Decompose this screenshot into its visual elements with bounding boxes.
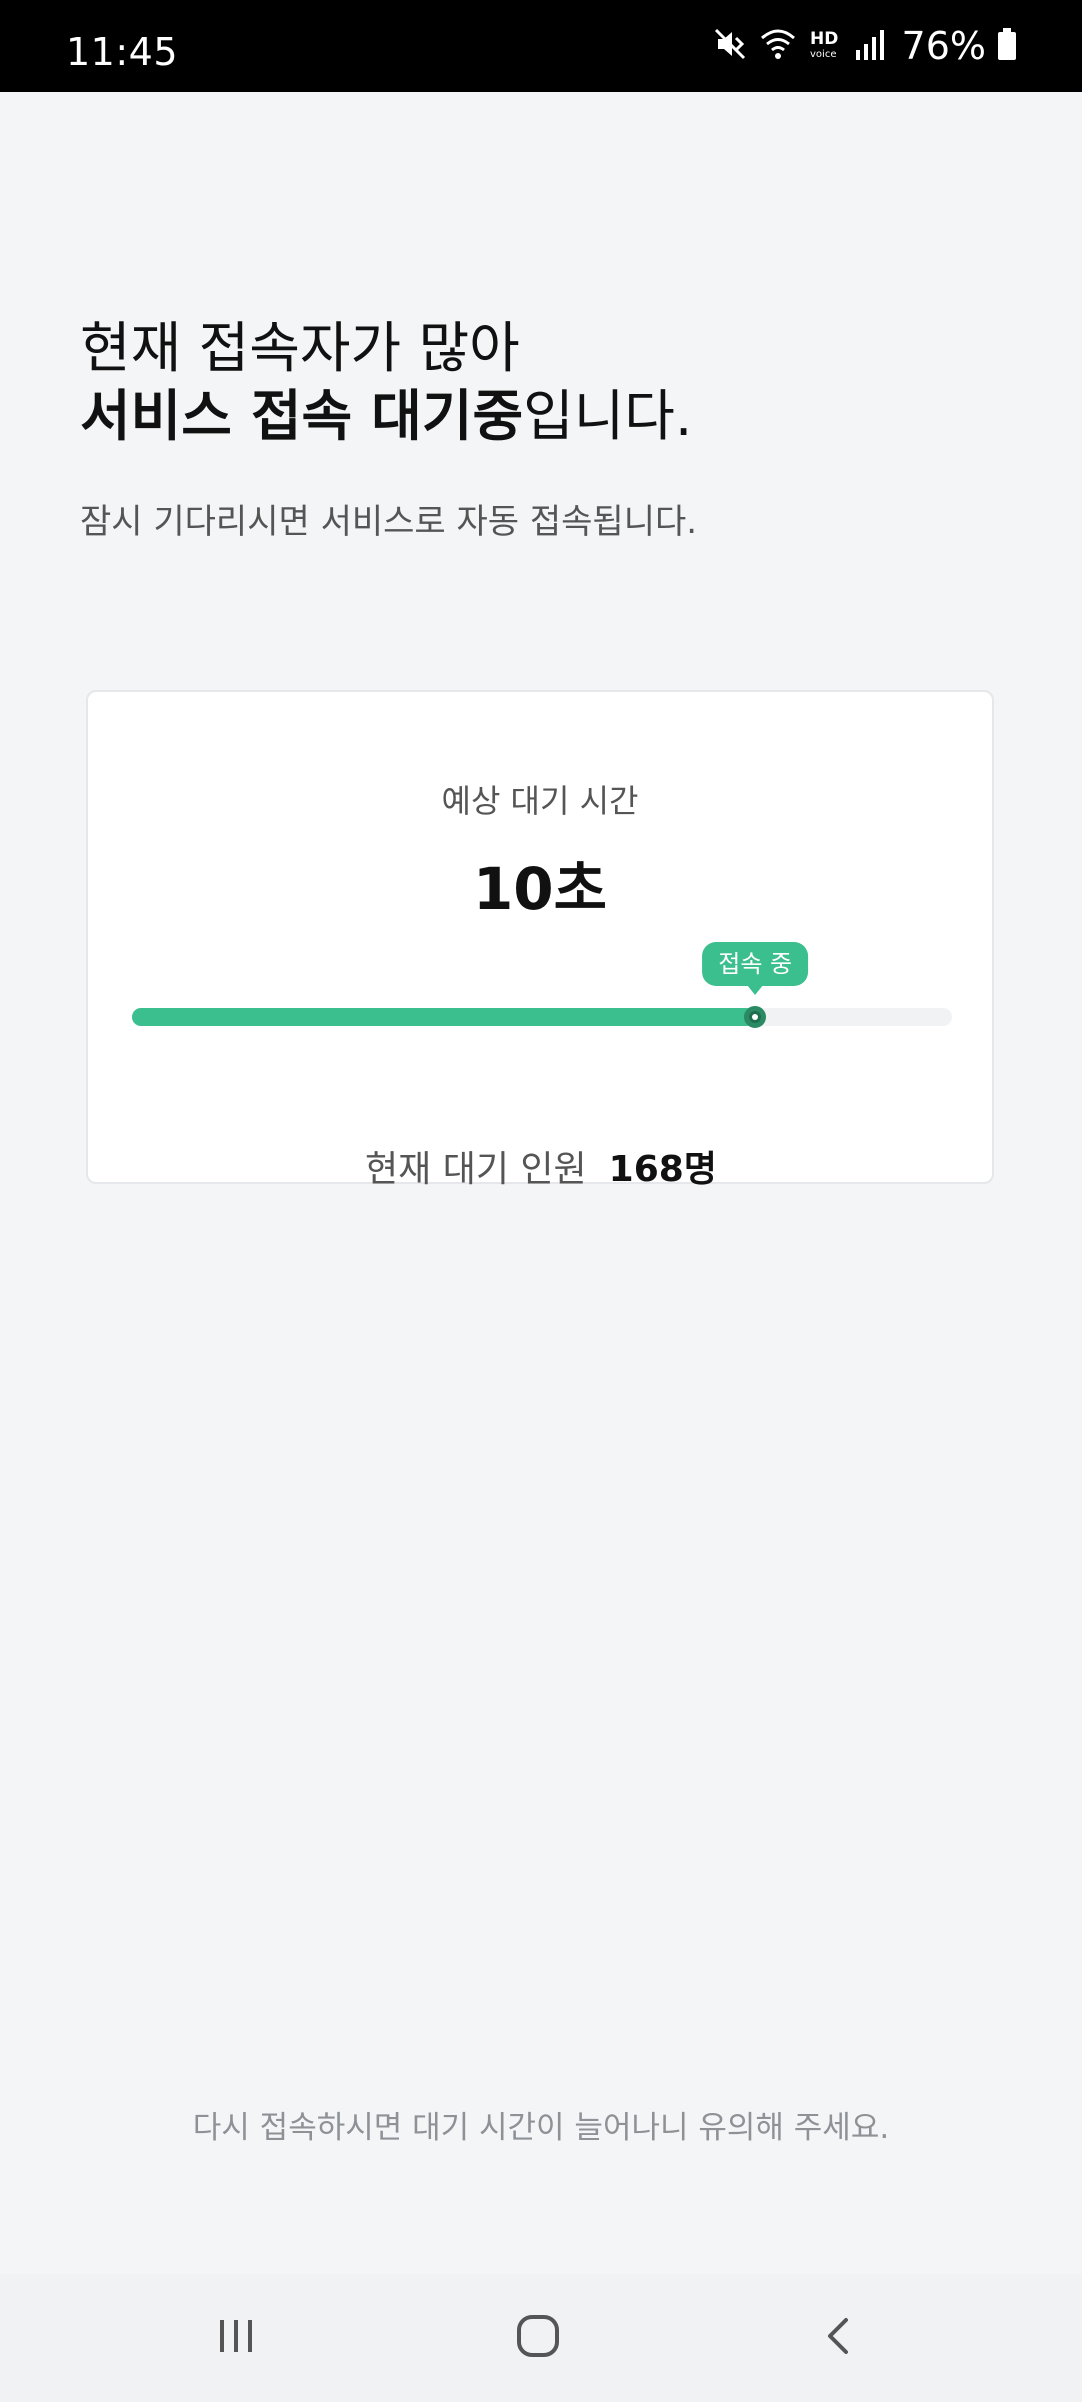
back-button[interactable] — [780, 2274, 900, 2402]
mute-icon — [712, 26, 748, 66]
notice-text: 다시 접속하시면 대기 시간이 늘어나니 유의해 주세요. — [192, 2110, 890, 2146]
signal-icon — [854, 26, 888, 66]
hd-voice-icon: HD voice — [808, 26, 844, 66]
wait-time-value: 10초 — [472, 855, 608, 923]
recent-apps-icon — [214, 2314, 258, 2362]
recent-apps-button[interactable] — [176, 2274, 296, 2402]
headline-bold: 서비스 접속 대기중 — [80, 384, 524, 448]
wait-time-label: 예상 대기 시간 — [441, 782, 639, 820]
home-icon — [514, 2312, 562, 2364]
status-icons: HD voice 76% — [712, 24, 1018, 68]
queue-count: 168명 — [608, 1149, 717, 1190]
subtitle: 잠시 기다리시면 서비스로 자동 접속됩니다. — [80, 502, 698, 542]
progress-fill — [132, 1008, 756, 1026]
battery-percent: 76% — [901, 24, 986, 68]
progress-track — [132, 1006, 952, 1028]
headline-line-1: 현재 접속자가 많아 — [80, 316, 520, 380]
svg-text:HD: HD — [810, 29, 838, 49]
svg-text:voice: voice — [810, 49, 836, 60]
queue-info: 현재 대기 인원 168명 — [0, 1140, 1082, 1192]
wait-time-card: 예상 대기 시간 10초 접속 중 — [86, 690, 994, 1184]
page-title: 현재 접속자가 많아 서비스 접속 대기중입니다. — [80, 314, 692, 450]
navigation-bar — [0, 2274, 1082, 2402]
status-time: 11:45 — [66, 30, 179, 74]
headline-rest: 입니다. — [523, 384, 693, 448]
waiting-page: 현재 접속자가 많아 서비스 접속 대기중입니다. 잠시 기다리시면 서비스로 … — [0, 92, 1082, 2274]
headline-line-2: 서비스 접속 대기중입니다. — [80, 382, 692, 450]
status-bar: 11:45 HD voice 76% — [0, 0, 1082, 92]
home-button[interactable] — [478, 2274, 598, 2402]
battery-icon — [996, 26, 1018, 66]
progress-tooltip: 접속 중 — [702, 942, 809, 995]
back-icon — [818, 2314, 862, 2362]
wifi-icon — [758, 26, 798, 66]
progress-knob — [744, 1006, 767, 1028]
queue-label: 현재 대기 인원 — [365, 1149, 587, 1190]
